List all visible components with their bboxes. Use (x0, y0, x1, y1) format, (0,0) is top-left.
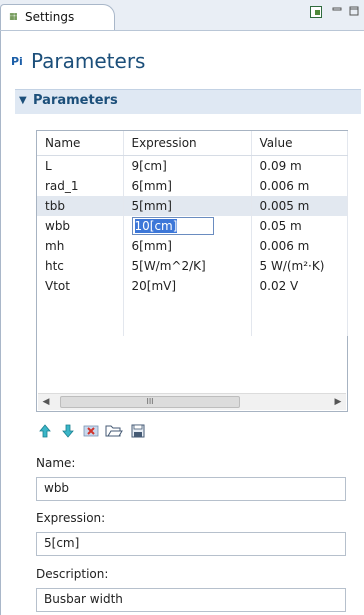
cell-value: 5 W/(m²·K) (251, 256, 348, 276)
scroll-right-icon[interactable]: ▶ (330, 394, 346, 410)
move-up-icon[interactable] (36, 423, 54, 441)
table-row-editing[interactable]: wbb 10[cm] 0.05 m (37, 216, 348, 236)
table-row[interactable]: mh 6[mm] 0.006 m (37, 236, 348, 256)
scroll-thumb[interactable]: III (60, 396, 240, 408)
column-header-value[interactable]: Value (251, 131, 348, 156)
delete-icon[interactable] (82, 423, 100, 441)
cell-name[interactable]: wbb (37, 216, 124, 236)
cell-expression[interactable]: 5[W/m^2/K] (123, 256, 252, 276)
tab-bar: ▦ Settings (0, 0, 364, 31)
name-field[interactable]: wbb (36, 477, 346, 501)
cell-value: 0.006 m (251, 176, 348, 196)
cell-name[interactable]: mh (37, 236, 124, 256)
section-title: Parameters (33, 93, 118, 108)
table-row-empty[interactable] (37, 296, 348, 316)
table-row[interactable]: rad_1 6[mm] 0.006 m (37, 176, 348, 196)
settings-panel: Pi Parameters ▼ Parameters Name Expressi… (0, 31, 364, 615)
cell-value: 0.005 m (251, 196, 348, 216)
cell-value: 0.05 m (251, 216, 348, 236)
cell-name[interactable]: Vtot (37, 276, 124, 296)
save-to-file-icon[interactable] (129, 423, 147, 441)
maximize-icon[interactable] (346, 5, 362, 21)
table-header-row: Name Expression Value (37, 131, 348, 156)
collapse-arrow-icon[interactable]: ▼ (19, 95, 27, 106)
tab-label: Settings (25, 10, 75, 24)
cell-expression[interactable]: 6[mm] (123, 236, 252, 256)
table-row-empty[interactable] (37, 316, 348, 336)
table-row-selected[interactable]: tbb 5[mm] 0.005 m (37, 196, 348, 216)
minimize-icon[interactable] (329, 5, 345, 21)
expression-label: Expression: (36, 511, 106, 525)
column-header-name[interactable]: Name (37, 131, 124, 156)
move-down-icon[interactable] (59, 423, 77, 441)
tab-settings[interactable]: ▦ Settings (0, 4, 115, 30)
settings-grid-icon: ▦ (9, 12, 18, 22)
cell-expression-editor[interactable]: 10[cm] (123, 216, 252, 236)
load-from-file-icon[interactable] (105, 423, 123, 441)
table-row[interactable]: Vtot 20[mV] 0.02 V (37, 276, 348, 296)
table-row[interactable]: L 9[cm] 0.09 m (37, 155, 348, 176)
section-header-parameters[interactable]: ▼ Parameters (15, 89, 361, 114)
description-field[interactable]: Busbar width (36, 588, 346, 612)
cell-expression[interactable]: 20[mV] (123, 276, 252, 296)
cell-name[interactable]: htc (37, 256, 124, 276)
cell-name[interactable]: rad_1 (37, 176, 124, 196)
scroll-left-icon[interactable]: ◀ (38, 394, 54, 410)
cell-expression[interactable]: 5[mm] (123, 196, 252, 216)
table-row[interactable]: htc 5[W/m^2/K] 5 W/(m²·K) (37, 256, 348, 276)
cell-expression[interactable]: 6[mm] (123, 176, 252, 196)
selected-text: 10[cm] (134, 219, 178, 233)
cell-name[interactable]: L (37, 155, 124, 176)
expression-field[interactable]: 5[cm] (36, 532, 346, 556)
page-title: Parameters (31, 49, 146, 73)
cell-value: 0.006 m (251, 236, 348, 256)
parameters-table[interactable]: Name Expression Value L 9[cm] 0.09 m rad… (36, 130, 348, 412)
cell-edit-input[interactable]: 10[cm] (131, 217, 214, 235)
cell-value: 0.02 V (251, 276, 348, 296)
cell-name[interactable]: tbb (37, 196, 124, 216)
description-label: Description: (36, 567, 109, 581)
column-header-expression[interactable]: Expression (123, 131, 252, 156)
parameters-icon: Pi (11, 55, 23, 68)
horizontal-scrollbar[interactable]: ◀ III ▶ (38, 393, 346, 410)
name-label: Name: (36, 456, 76, 470)
dock-icon[interactable] (308, 5, 324, 21)
cell-value: 0.09 m (251, 155, 348, 176)
cell-expression[interactable]: 9[cm] (123, 155, 252, 176)
